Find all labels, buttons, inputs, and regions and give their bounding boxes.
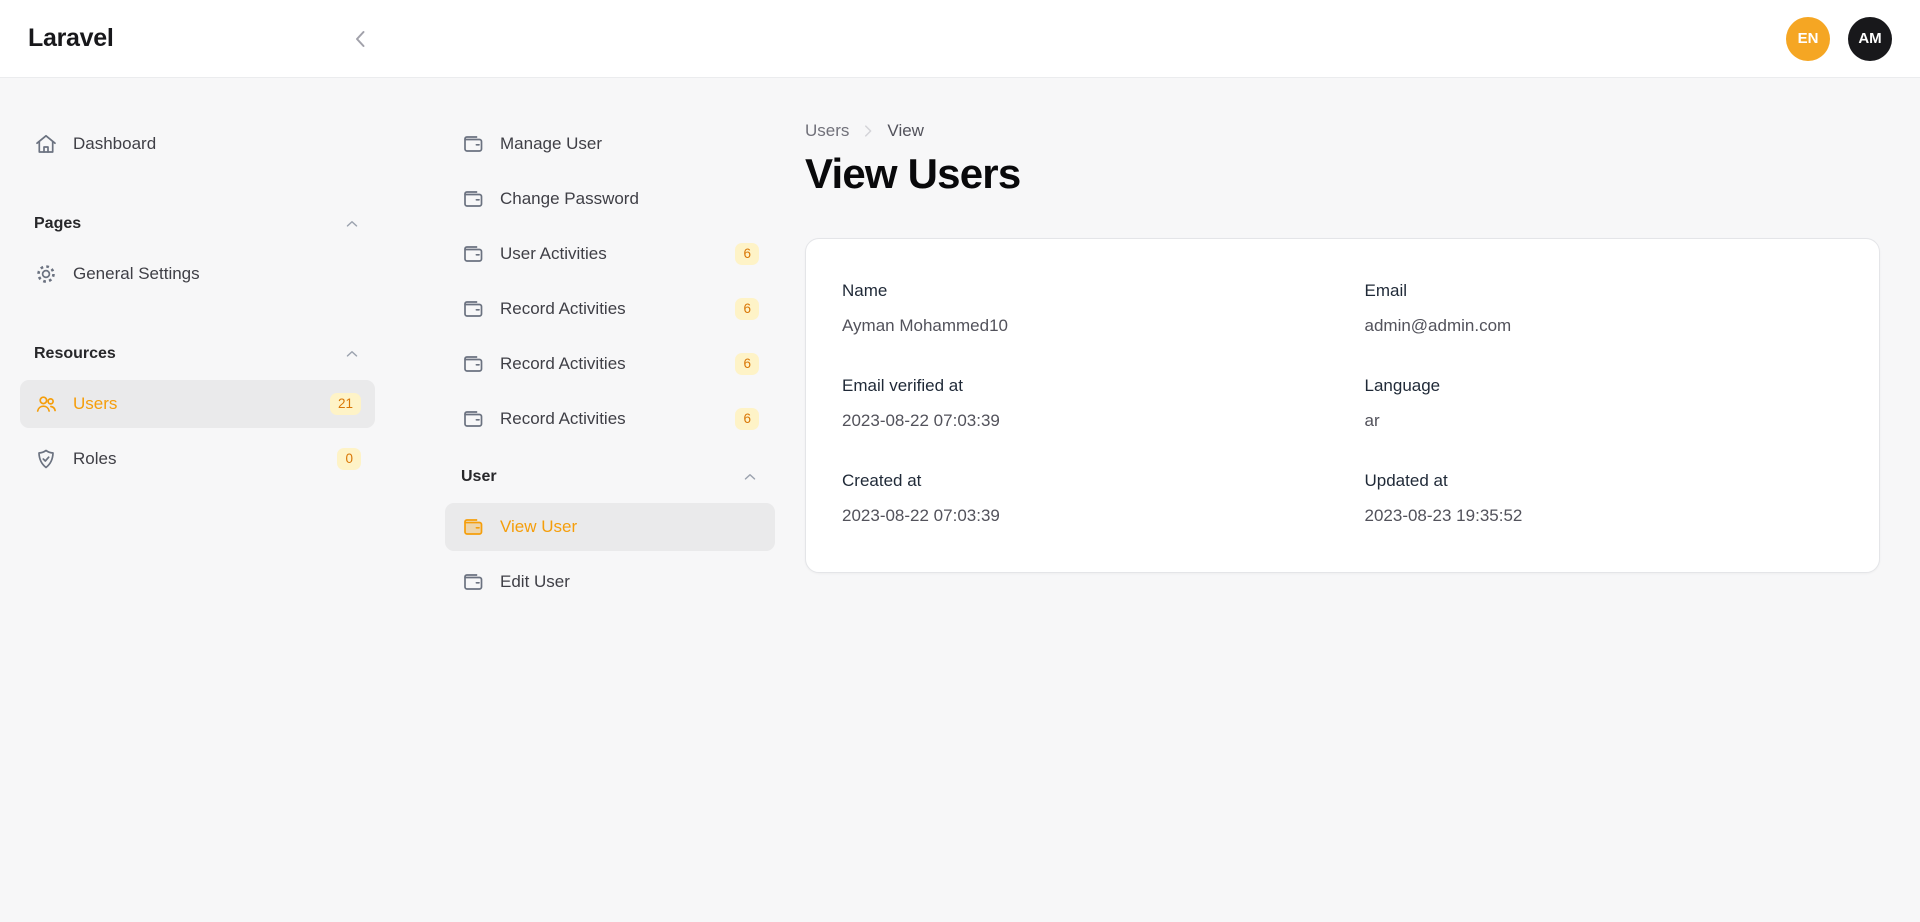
section-title: Resources bbox=[34, 345, 116, 363]
subnav-item-edit-user[interactable]: Edit User bbox=[445, 558, 775, 606]
field-name: Name Ayman Mohammed10 bbox=[842, 281, 1321, 336]
field-label: Name bbox=[842, 281, 1321, 301]
wallet-icon bbox=[461, 352, 485, 376]
field-label: Language bbox=[1365, 376, 1844, 396]
breadcrumb-current: View bbox=[887, 121, 924, 141]
subnav-item-label: Change Password bbox=[500, 189, 639, 209]
subnav-item-label: Record Activities bbox=[500, 354, 626, 374]
section-header-resources[interactable]: Resources bbox=[20, 334, 375, 374]
primary-sidebar: Dashboard Pages General Settings Resourc… bbox=[0, 78, 375, 921]
count-badge: 6 bbox=[735, 353, 759, 375]
users-icon bbox=[34, 392, 58, 416]
chevron-up-icon bbox=[343, 345, 361, 363]
main-content: Users View View Users Name Ayman Mohamme… bbox=[775, 78, 1920, 921]
field-label: Created at bbox=[842, 471, 1321, 491]
breadcrumb: Users View bbox=[805, 121, 1880, 141]
wallet-icon bbox=[461, 515, 485, 539]
wallet-icon bbox=[461, 570, 485, 594]
subnav-item-label: Manage User bbox=[500, 134, 602, 154]
subnav-item-label: User Activities bbox=[500, 244, 607, 264]
section-title: Pages bbox=[34, 215, 81, 233]
section-header-pages[interactable]: Pages bbox=[20, 204, 375, 244]
sidebar-item-label: Roles bbox=[73, 449, 116, 469]
wallet-icon bbox=[461, 187, 485, 211]
subnav-item-label: Record Activities bbox=[500, 409, 626, 429]
wallet-icon bbox=[461, 407, 485, 431]
subnav-item-manage-user[interactable]: Manage User bbox=[445, 120, 775, 168]
wallet-icon bbox=[461, 242, 485, 266]
subnav-item-record-activities-2[interactable]: Record Activities 6 bbox=[445, 340, 775, 388]
wallet-icon bbox=[461, 132, 485, 156]
field-language: Language ar bbox=[1365, 376, 1844, 431]
field-email: Email admin@admin.com bbox=[1365, 281, 1844, 336]
count-badge: 6 bbox=[735, 298, 759, 320]
locale-switcher-badge[interactable]: EN bbox=[1786, 17, 1830, 61]
field-created-at: Created at 2023-08-22 07:03:39 bbox=[842, 471, 1321, 526]
field-value: Ayman Mohammed10 bbox=[842, 316, 1321, 336]
field-value: 2023-08-23 19:35:52 bbox=[1365, 506, 1844, 526]
sidebar-item-general-settings[interactable]: General Settings bbox=[20, 250, 375, 298]
topbar: Laravel EN AM bbox=[0, 0, 1920, 78]
user-avatar[interactable]: AM bbox=[1848, 17, 1892, 61]
secondary-nav: Manage User Change Password User Activit… bbox=[445, 78, 775, 921]
users-count-badge: 21 bbox=[330, 393, 361, 415]
chevron-up-icon bbox=[741, 468, 759, 486]
count-badge: 6 bbox=[735, 243, 759, 265]
subnav-item-user-activities[interactable]: User Activities 6 bbox=[445, 230, 775, 278]
roles-count-badge: 0 bbox=[337, 448, 361, 470]
sidebar-item-label: General Settings bbox=[73, 264, 200, 284]
sidebar-item-label: Users bbox=[73, 394, 117, 414]
subnav-item-label: Record Activities bbox=[500, 299, 626, 319]
user-detail-card: Name Ayman Mohammed10 Email admin@admin.… bbox=[805, 238, 1880, 573]
sidebar-section-pages: Pages General Settings bbox=[20, 204, 375, 298]
gear-icon bbox=[34, 262, 58, 286]
field-label: Email bbox=[1365, 281, 1844, 301]
sidebar-item-label: Dashboard bbox=[73, 134, 156, 154]
subnav-item-record-activities-3[interactable]: Record Activities 6 bbox=[445, 395, 775, 443]
sidebar-item-users[interactable]: Users 21 bbox=[20, 380, 375, 428]
subnav-item-record-activities-1[interactable]: Record Activities 6 bbox=[445, 285, 775, 333]
field-label: Updated at bbox=[1365, 471, 1844, 491]
sidebar-item-roles[interactable]: Roles 0 bbox=[20, 435, 375, 483]
sidebar-section-resources: Resources Users 21 Roles 0 bbox=[20, 334, 375, 483]
breadcrumb-users-link[interactable]: Users bbox=[805, 121, 849, 141]
wallet-icon bbox=[461, 297, 485, 321]
home-icon bbox=[34, 132, 58, 156]
field-value: ar bbox=[1365, 411, 1844, 431]
count-badge: 6 bbox=[735, 408, 759, 430]
chevron-left-icon bbox=[349, 27, 373, 51]
field-value: 2023-08-22 07:03:39 bbox=[842, 411, 1321, 431]
field-label: Email verified at bbox=[842, 376, 1321, 396]
chevron-up-icon bbox=[343, 215, 361, 233]
brand-logo[interactable]: Laravel bbox=[28, 24, 113, 53]
field-value: 2023-08-22 07:03:39 bbox=[842, 506, 1321, 526]
group-title: User bbox=[461, 468, 497, 486]
sidebar-item-dashboard[interactable]: Dashboard bbox=[20, 120, 375, 168]
page-title: View Users bbox=[805, 150, 1880, 198]
field-value: admin@admin.com bbox=[1365, 316, 1844, 336]
subnav-item-change-password[interactable]: Change Password bbox=[445, 175, 775, 223]
field-updated-at: Updated at 2023-08-23 19:35:52 bbox=[1365, 471, 1844, 526]
chevron-right-icon bbox=[859, 122, 877, 140]
field-email-verified-at: Email verified at 2023-08-22 07:03:39 bbox=[842, 376, 1321, 431]
sidebar-collapse-button[interactable] bbox=[345, 23, 377, 55]
subnav-item-label: Edit User bbox=[500, 572, 570, 592]
subnav-group-user[interactable]: User bbox=[445, 457, 775, 497]
subnav-item-view-user[interactable]: View User bbox=[445, 503, 775, 551]
subnav-item-label: View User bbox=[500, 517, 577, 537]
shield-check-icon bbox=[34, 447, 58, 471]
